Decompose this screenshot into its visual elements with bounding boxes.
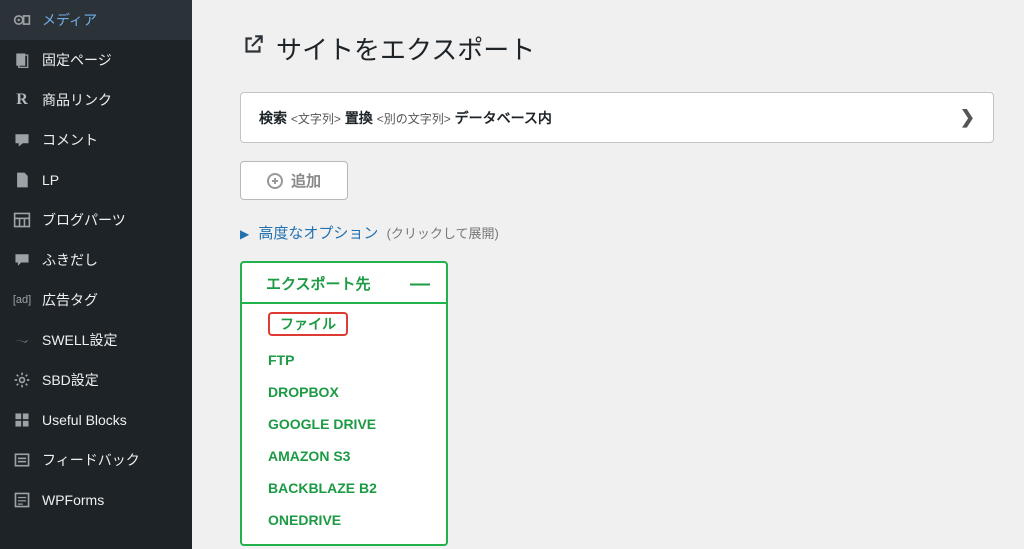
- search-replace-summary: 検索 <文字列> 置換 <別の文字列> データベース内: [259, 108, 552, 128]
- advanced-options-link: 高度なオプション: [258, 225, 378, 242]
- ad-icon: [ad]: [12, 290, 32, 310]
- comment-icon: [12, 130, 32, 150]
- sidebar-item-label: SBD設定: [42, 370, 99, 390]
- export-option-onedrive[interactable]: ONEDRIVE: [242, 504, 446, 536]
- sidebar-item-product-link[interactable]: R 商品リンク: [0, 80, 192, 120]
- sidebar-item-pages[interactable]: 固定ページ: [0, 40, 192, 80]
- sidebar-item-label: ふきだし: [42, 250, 98, 270]
- page-title-text: サイトをエクスポート: [276, 30, 535, 67]
- add-button-label: 追加: [291, 170, 321, 191]
- media-icon: [12, 10, 32, 30]
- export-option-amazon-s3[interactable]: AMAZON S3: [242, 440, 446, 472]
- sidebar-item-label: 固定ページ: [42, 50, 112, 70]
- sidebar-item-label: 広告タグ: [42, 290, 98, 310]
- add-button[interactable]: 追加: [240, 161, 348, 200]
- sidebar-item-label: SWELL設定: [42, 330, 117, 350]
- page-icon: [12, 50, 32, 70]
- sidebar-item-feedback[interactable]: フィードバック: [0, 440, 192, 480]
- main-content: サイトをエクスポート 検索 <文字列> 置換 <別の文字列> データベース内 ❯…: [192, 0, 1024, 549]
- export-option-file[interactable]: ファイル: [242, 304, 446, 344]
- search-replace-panel[interactable]: 検索 <文字列> 置換 <別の文字列> データベース内 ❯: [240, 92, 994, 143]
- speech-icon: [12, 250, 32, 270]
- sidebar-item-label: コメント: [42, 130, 98, 150]
- sidebar-item-blog-parts[interactable]: ブログパーツ: [0, 200, 192, 240]
- product-link-icon: R: [12, 90, 32, 110]
- export-destination-title: エクスポート先: [266, 273, 371, 294]
- sidebar-item-label: メディア: [42, 10, 97, 30]
- triangle-right-icon: ▶: [240, 227, 249, 241]
- sidebar-item-label: 商品リンク: [42, 90, 112, 110]
- export-icon: [240, 32, 266, 65]
- page-title: サイトをエクスポート: [240, 30, 994, 67]
- sidebar-item-label: LP: [42, 172, 59, 188]
- export-option-ftp[interactable]: FTP: [242, 344, 446, 376]
- gear-icon: [12, 370, 32, 390]
- export-option-dropbox[interactable]: DROPBOX: [242, 376, 446, 408]
- sidebar-item-useful-blocks[interactable]: Useful Blocks: [0, 400, 192, 440]
- document-icon: [12, 170, 32, 190]
- advanced-options-toggle[interactable]: ▶ 高度なオプション (クリックして展開): [240, 222, 994, 243]
- sidebar-item-label: ブログパーツ: [42, 210, 126, 230]
- collapse-icon[interactable]: —: [410, 274, 430, 294]
- chevron-right-icon: ❯: [960, 107, 975, 128]
- sidebar-item-ad-tag[interactable]: [ad] 広告タグ: [0, 280, 192, 320]
- export-destination-header[interactable]: エクスポート先 —: [242, 263, 446, 304]
- feedback-icon: [12, 450, 32, 470]
- sidebar-item-comments[interactable]: コメント: [0, 120, 192, 160]
- export-destination-panel: エクスポート先 — ファイル FTP DROPBOX GOOGLE DRIVE …: [240, 261, 448, 546]
- export-option-google-drive[interactable]: GOOGLE DRIVE: [242, 408, 446, 440]
- plus-circle-icon: [267, 173, 283, 189]
- swell-icon: [12, 330, 32, 350]
- export-option-backblaze-b2[interactable]: BACKBLAZE B2: [242, 472, 446, 504]
- blocks-icon: [12, 410, 32, 430]
- sidebar-item-lp[interactable]: LP: [0, 160, 192, 200]
- sidebar-item-fukidashi[interactable]: ふきだし: [0, 240, 192, 280]
- sidebar-item-media[interactable]: メディア: [0, 0, 192, 40]
- sidebar-item-label: WPForms: [42, 492, 104, 508]
- grid-icon: [12, 210, 32, 230]
- wpforms-icon: [12, 490, 32, 510]
- sidebar-item-label: フィードバック: [42, 450, 140, 470]
- sidebar-item-sbd[interactable]: SBD設定: [0, 360, 192, 400]
- sidebar-item-wpforms[interactable]: WPForms: [0, 480, 192, 520]
- sidebar-item-swell[interactable]: SWELL設定: [0, 320, 192, 360]
- advanced-options-hint: (クリックして展開): [387, 226, 499, 241]
- admin-sidebar: メディア 固定ページ R 商品リンク コメント LP ブログパーツ ふきだし: [0, 0, 192, 549]
- sidebar-item-label: Useful Blocks: [42, 412, 127, 428]
